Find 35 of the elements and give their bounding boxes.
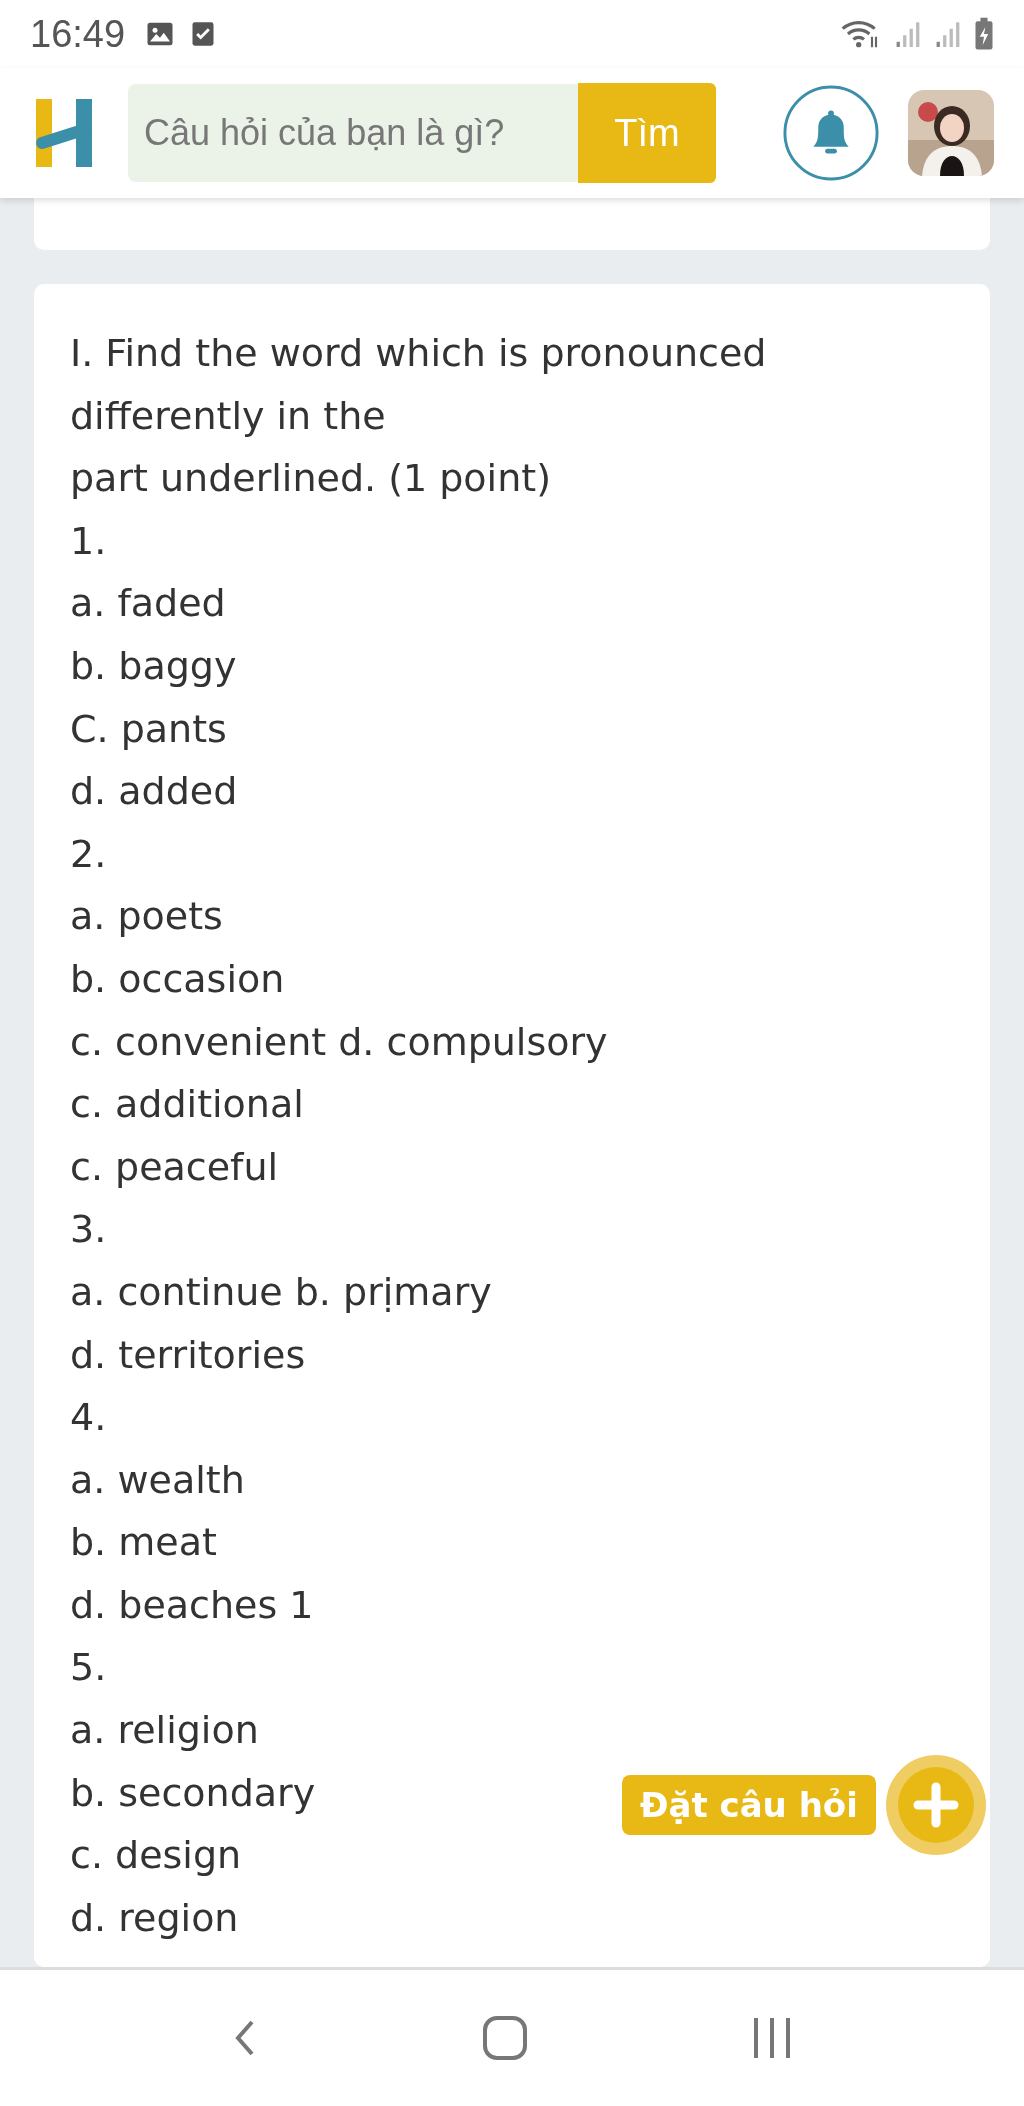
question-line: b. baggy [70,642,237,690]
question-line: d. territories [70,1331,306,1379]
question-line: b. occasion [70,955,285,1003]
question-line: c. peaceful [70,1143,279,1191]
home-icon[interactable] [481,2014,529,2062]
question-line: b. meat [70,1519,217,1567]
question-line: c. design [70,1832,242,1880]
question-line: 4. [70,1394,107,1442]
question-line: part underlined. (1 point) [70,455,551,503]
question-line: differently in the [70,392,386,440]
question-line: 1. [70,517,107,565]
question-line: c. convenient d. compulsory [70,1018,608,1066]
question-line: C. pants [70,705,227,753]
question-line: a. continue b. prịmary [70,1268,492,1316]
question-line: a. poets [70,893,223,941]
question-line: b. secondary [70,1769,316,1817]
question-line: a. wealth [70,1456,245,1504]
question-line: a. faded [70,580,226,628]
wifi-icon [840,18,880,50]
battery-icon [974,17,994,51]
notification-bell-icon[interactable] [782,84,880,182]
question-line: d. beaches 1 [70,1581,314,1629]
question-line: c. additional [70,1081,304,1129]
question-line: 2. [70,830,107,878]
status-time: 16:49 [30,12,126,56]
question-line: d. added [70,768,238,816]
question-line: I. Find the word which is pronounced [70,330,767,377]
question-line: a. religion [70,1707,259,1755]
question-line: 5. [70,1644,107,1692]
ask-question-label[interactable]: Đặt câu hỏi [622,1775,876,1835]
question-line: d. region [70,1894,239,1942]
search-field[interactable]: Câu hỏi của bạn là gì? [128,84,578,182]
search-button[interactable]: Tìm [578,83,716,183]
question-line: 3. [70,1206,107,1254]
logo-icon[interactable] [34,97,94,169]
